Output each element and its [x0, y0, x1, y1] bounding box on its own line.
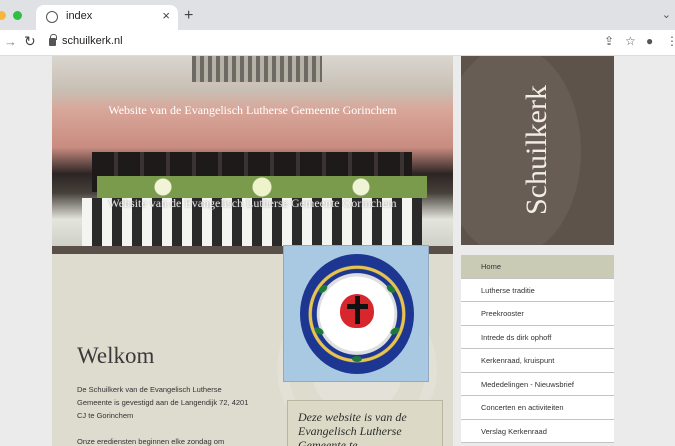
quote-text: Deze website is van de Evangelisch Luthe…	[298, 410, 407, 446]
cross-icon	[355, 296, 360, 324]
menu-dots-icon[interactable]: ⋮	[666, 34, 675, 48]
tab-title: index	[66, 10, 93, 22]
maximize-window-button[interactable]	[13, 11, 22, 20]
menu-item-concerten[interactable]: Concerten en activiteiten	[461, 396, 614, 420]
service-times-text: Onze erediensten beginnen elke zondag om	[77, 437, 225, 446]
menu-item-intrede[interactable]: Intrede ds dirk ophoff	[461, 325, 614, 349]
flower-arrangement	[97, 176, 427, 198]
menu-item-kerkenraad-kruispunt[interactable]: Kerkenraad, kruispunt	[461, 349, 614, 373]
welcome-heading: Welkom	[77, 343, 155, 368]
luther-rose-emblem	[300, 254, 414, 374]
reload-icon[interactable]: ↻	[24, 33, 36, 50]
browser-tab-bar: index × + ⌄	[0, 0, 675, 30]
chevron-down-icon[interactable]: ⌄	[662, 8, 671, 21]
leaf-icon	[352, 356, 362, 362]
new-tab-button[interactable]: +	[184, 7, 193, 25]
organ-pipes	[192, 56, 322, 82]
hero-title-reflection: Website van de Evangelisch Lutherse Geme…	[108, 196, 397, 210]
sidebar-separator	[461, 245, 614, 255]
quote-box: Deze website is van de Evangelisch Luthe…	[287, 400, 443, 446]
minimize-window-button[interactable]	[0, 11, 6, 20]
globe-icon	[46, 11, 58, 23]
browser-toolbar: → ↻ schuilkerk.nl ⇪ ☆ ● ⋮	[0, 30, 675, 56]
menu-item-lutherse-traditie[interactable]: Lutherse traditie	[461, 278, 614, 302]
web-page: Website van de Evangelisch Lutherse Geme…	[0, 56, 675, 446]
profile-icon[interactable]: ●	[646, 34, 653, 48]
menu-item-home[interactable]: Home	[461, 255, 614, 279]
sidebar-header: Schuilkerk	[461, 56, 614, 245]
share-icon[interactable]: ⇪	[604, 34, 614, 48]
menu-item-mededelingen[interactable]: Mededelingen - Nieuwsbrief	[461, 372, 614, 396]
hero-image: Website van de Evangelisch Lutherse Geme…	[52, 56, 453, 246]
star-icon[interactable]: ☆	[625, 34, 636, 48]
sidebar-title: Schuilkerk	[520, 85, 553, 215]
cross-bar	[347, 304, 368, 309]
close-tab-icon[interactable]: ×	[162, 8, 170, 23]
sidebar-menu: Home Lutherse traditie Preekrooster Intr…	[461, 255, 614, 443]
lock-icon[interactable]	[49, 34, 57, 46]
menu-item-preekrooster[interactable]: Preekrooster	[461, 302, 614, 326]
browser-tab[interactable]: index ×	[36, 5, 178, 30]
welcome-paragraph: De Schuilkerk van de Evangelisch Luthers…	[77, 385, 249, 420]
luther-rose-image	[283, 245, 429, 382]
back-arrow-icon[interactable]: →	[4, 34, 17, 49]
address-bar[interactable]: schuilkerk.nl	[62, 35, 123, 47]
hero-title: Website van de Evangelisch Lutherse Geme…	[108, 103, 397, 117]
menu-item-verslag-kerkenraad[interactable]: Verslag Kerkenraad	[461, 419, 614, 443]
